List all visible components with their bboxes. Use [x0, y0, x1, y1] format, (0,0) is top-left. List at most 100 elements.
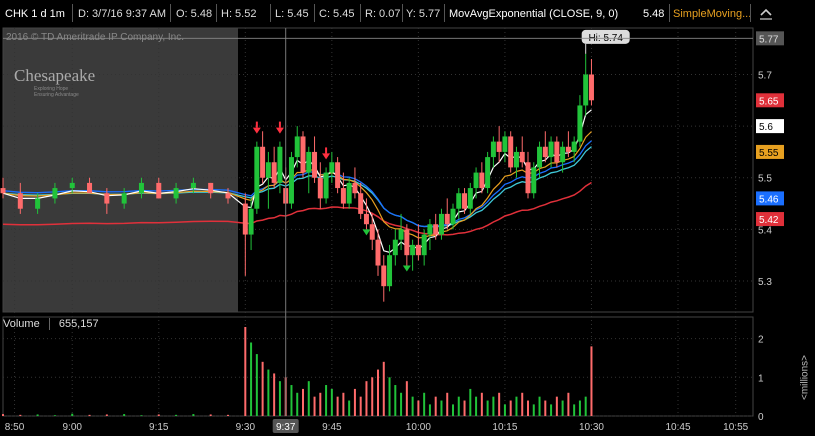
candle-body: [531, 167, 537, 194]
candle-body: [35, 198, 41, 209]
sell-arrow: [322, 153, 331, 160]
time-tick-label: 10:45: [665, 422, 690, 433]
candle-body: [421, 234, 427, 256]
volume-unit-label: <millions>: [797, 350, 811, 410]
candle-body: [346, 182, 352, 204]
candle-body: [271, 162, 277, 183]
volume-divider: [48, 318, 50, 331]
volume-unit-text: <millions>: [799, 354, 811, 401]
candle-body: [502, 136, 508, 152]
candle-body: [583, 74, 589, 106]
candle-body: [208, 182, 214, 194]
candle-body: [577, 105, 583, 142]
chart-window: CHK 1 d 1m D: 3/7/16 9:37 AM O: 5.48 H: …: [0, 0, 815, 436]
candle-body: [121, 193, 127, 204]
time-tick-label: 10:15: [492, 422, 517, 433]
study-value-badge-text: 5.65: [759, 96, 779, 107]
last-price-badge-text: 5.77: [759, 34, 779, 45]
company-logo: Chesapeake: [14, 66, 96, 85]
volume-tick-label: 1: [758, 373, 764, 384]
candle-body: [560, 146, 566, 163]
candle-body: [456, 193, 462, 209]
candle-body: [542, 146, 548, 158]
study-value-badge-text: 5.55: [759, 148, 779, 159]
logo-tagline-line2: Ensuring Advantage: [34, 92, 79, 98]
candle-body: [329, 162, 335, 173]
candle-body: [571, 141, 577, 152]
sell-arrow: [252, 127, 261, 134]
volume-header: Volume 655,157: [3, 318, 99, 334]
candle-body: [548, 141, 554, 158]
study-value-badge-text: 5.42: [759, 215, 779, 226]
candle-body: [519, 151, 525, 163]
candle-body: [358, 193, 364, 214]
candle-body: [387, 255, 393, 287]
candle-body: [462, 193, 468, 209]
candle-body: [0, 188, 6, 194]
price-tick-label: 5.7: [758, 70, 772, 81]
price-tick-label: 5.3: [758, 277, 772, 288]
candle-body: [525, 162, 531, 194]
candle-body: [69, 182, 75, 189]
candle-body: [242, 203, 248, 235]
volume-tick-label: 0: [758, 412, 764, 423]
study-value-badge-text: 5.46: [759, 194, 779, 205]
candle-body: [306, 151, 312, 173]
crosshair-time-label: 9:37: [276, 422, 296, 433]
candle-body: [490, 141, 496, 158]
time-tick-label: 10:30: [579, 422, 604, 433]
candle-body: [375, 239, 381, 266]
candle-body: [508, 136, 514, 168]
study-value-badge-text: 5.6: [759, 122, 773, 133]
candle-body: [427, 224, 433, 235]
candle-body: [294, 136, 300, 158]
candle-body: [87, 182, 93, 194]
time-tick-label: 8:50: [5, 422, 25, 433]
candle-body: [369, 224, 375, 240]
time-tick-label: 9:15: [149, 422, 169, 433]
candle-body: [352, 182, 358, 194]
volume-tick-label: 2: [758, 335, 764, 346]
candle-body: [317, 177, 323, 199]
buy-arrow: [362, 229, 371, 236]
candle-body: [415, 244, 421, 256]
candle-body: [398, 229, 404, 240]
volume-value: 655,157: [58, 318, 99, 330]
candle-body: [323, 172, 329, 199]
candle-body: [513, 151, 519, 168]
candle-body: [254, 146, 260, 209]
candle-body: [381, 265, 387, 287]
candle-body: [588, 74, 594, 101]
candle-body: [138, 182, 144, 194]
candle-body: [537, 146, 543, 168]
price-chart[interactable]: 9:37 5.7 5.6 5.5 5.4 5.3 8:50 9:00 9:15 9:30 9:45…: [0, 0, 815, 436]
logo-tagline: Exploring Hope Ensuring Advantage: [34, 86, 79, 98]
candle-body: [173, 188, 179, 199]
candle-body: [565, 146, 571, 152]
candle-body: [277, 146, 283, 183]
candle-body: [260, 146, 266, 178]
candle-body: [554, 141, 560, 163]
candle-body: [312, 151, 318, 178]
candle-body: [438, 213, 444, 235]
price-tick-label: 5.4: [758, 225, 772, 236]
candle-body: [467, 188, 473, 209]
candle-body: [335, 162, 341, 189]
time-tick-label: 10:00: [406, 422, 431, 433]
candle-body: [363, 213, 369, 225]
candle-body: [156, 182, 162, 199]
candle-body: [288, 157, 294, 204]
time-tick-label: 9:00: [62, 422, 82, 433]
volume-label[interactable]: Volume: [3, 318, 40, 330]
time-tick-label: 9:30: [236, 422, 256, 433]
candle-body: [104, 193, 110, 204]
candle-body: [300, 136, 306, 173]
candle-body: [444, 213, 450, 225]
candle-body: [433, 224, 439, 235]
candle-body: [496, 141, 502, 152]
price-tick-label: 5.5: [758, 174, 772, 185]
sell-arrow: [275, 127, 284, 134]
time-tick-label: 9:45: [322, 422, 342, 433]
candle-body: [190, 182, 196, 189]
candle-body: [225, 193, 231, 199]
